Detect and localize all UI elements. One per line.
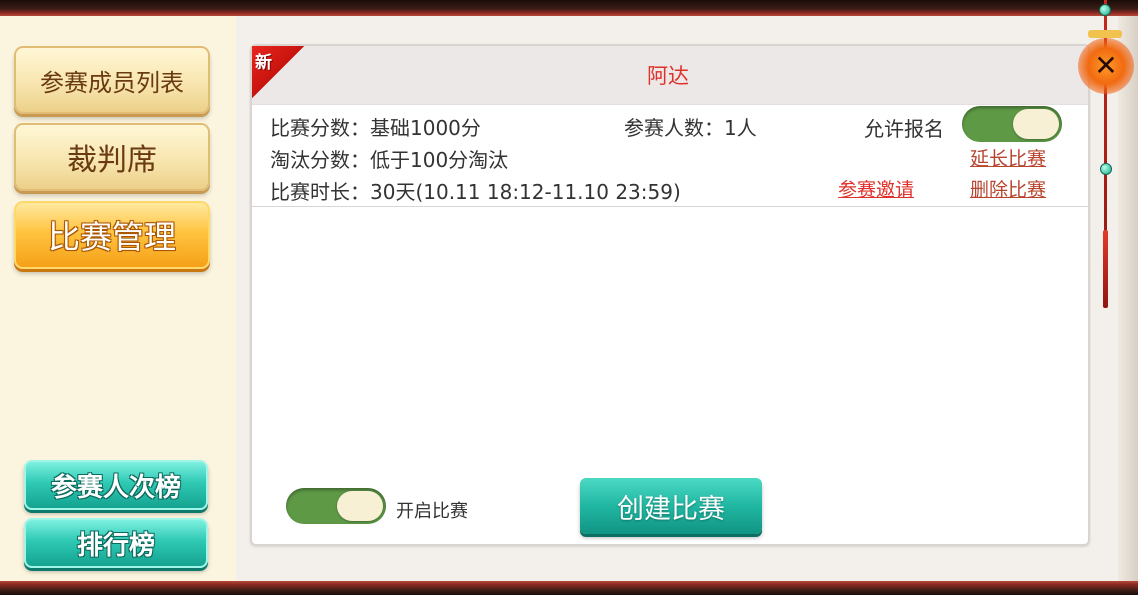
tab-match-management-label: 比赛管理 xyxy=(47,218,176,256)
delete-match-link[interactable]: 删除比赛 xyxy=(970,175,1046,202)
lantern-bead-icon xyxy=(1099,4,1111,16)
tab-referee-label: 裁判席 xyxy=(67,143,157,178)
extend-match-link[interactable]: 延长比赛 xyxy=(970,144,1046,171)
participation-rank-label: 参赛人次榜 xyxy=(50,472,181,503)
duration-info: 比赛时长：30天(10.11 18:12-11.10 23:59) xyxy=(270,180,681,204)
close-icon: ✕ xyxy=(1094,49,1118,82)
close-button[interactable]: ✕ xyxy=(1078,38,1134,94)
match-card: 阿达 新 比赛分数：基础1000分 参赛人数：1人 允许报名 淘汰分数：低于10… xyxy=(250,44,1090,546)
allow-signup-toggle-knob xyxy=(1013,109,1059,139)
tab-match-management[interactable]: 比赛管理 xyxy=(14,201,210,269)
new-badge-label: 新 xyxy=(255,53,272,73)
bottom-frame-border xyxy=(0,581,1138,595)
allow-signup-label: 允许报名 xyxy=(864,117,944,141)
open-match-toggle-knob xyxy=(337,491,383,521)
match-score-info: 比赛分数：基础1000分 xyxy=(270,116,481,140)
new-badge: 新 xyxy=(252,46,304,98)
match-card-header: 阿达 xyxy=(252,46,1088,105)
participation-rank-button[interactable]: 参赛人次榜 xyxy=(24,460,208,510)
tab-members-list-label: 参赛成员列表 xyxy=(40,68,184,97)
participants-info: 参赛人数：1人 xyxy=(624,116,757,140)
create-match-label: 创建比赛 xyxy=(617,493,725,525)
lantern-cap xyxy=(1088,30,1122,38)
lantern-tassel xyxy=(1103,230,1108,308)
create-match-button[interactable]: 创建比赛 xyxy=(580,478,762,534)
open-match-label: 开启比赛 xyxy=(396,501,468,522)
match-name: 阿达 xyxy=(647,64,689,88)
sidebar: 参赛成员列表 裁判席 比赛管理 参赛人次榜 排行榜 xyxy=(0,16,236,581)
card-divider xyxy=(252,206,1088,207)
tab-members-list[interactable]: 参赛成员列表 xyxy=(14,46,210,114)
lantern-bead-icon xyxy=(1100,163,1112,175)
elimination-info: 淘汰分数：低于100分淘汰 xyxy=(270,148,509,172)
leaderboard-label: 排行榜 xyxy=(76,530,155,561)
allow-signup-toggle[interactable] xyxy=(962,106,1062,142)
open-match-toggle[interactable] xyxy=(286,488,386,524)
right-frame-border xyxy=(1118,16,1138,581)
top-frame-border xyxy=(0,0,1138,16)
tab-referee[interactable]: 裁判席 xyxy=(14,123,210,191)
invite-link[interactable]: 参赛邀请 xyxy=(838,175,914,202)
leaderboard-button[interactable]: 排行榜 xyxy=(24,518,208,568)
